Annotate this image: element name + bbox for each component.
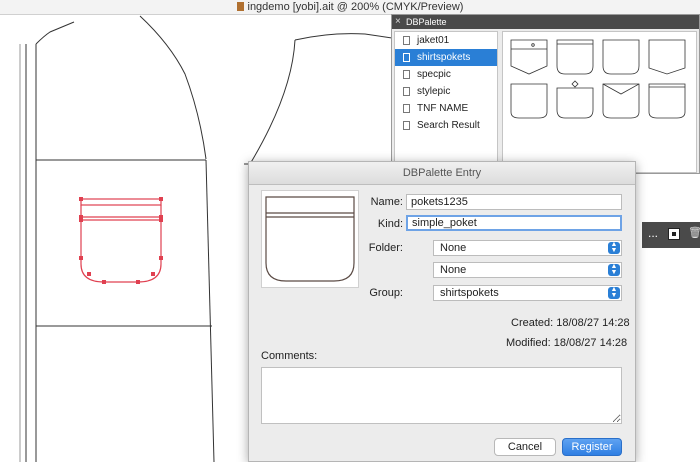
pocket-thumbnail-6[interactable] <box>553 80 597 120</box>
modified-value: 18/08/27 14:28 <box>553 337 628 349</box>
dbpalette-titlebar[interactable]: × DBPalette <box>392 15 699 29</box>
palette-item-specpic[interactable]: specpic <box>395 66 497 83</box>
group-select[interactable]: shirtspokets ▲ ▼ <box>433 285 622 301</box>
more-options-button[interactable]: ... <box>648 226 658 240</box>
document-icon <box>403 87 410 96</box>
close-icon[interactable]: × <box>395 15 401 29</box>
pocket-thumbnail-3[interactable] <box>599 36 643 76</box>
name-field[interactable] <box>406 194 622 210</box>
document-icon <box>403 36 410 45</box>
document-title-bar: ingdemo [yobi].ait @ 200% (CMYK/Preview) <box>0 0 700 15</box>
subfolder-select[interactable]: None ▲ ▼ <box>433 262 622 278</box>
document-icon <box>403 53 410 62</box>
document-icon <box>403 104 410 113</box>
created-value: 18/08/27 14:28 <box>556 317 630 329</box>
pocket-thumbnail-1[interactable] <box>507 36 551 76</box>
document-icon <box>403 121 410 130</box>
document-icon <box>403 70 410 79</box>
pocket-thumbnail-7[interactable] <box>599 80 643 120</box>
palette-toolbar: ... 🗑 <box>642 222 700 248</box>
comments-textarea[interactable] <box>261 367 622 424</box>
dialog-title: DBPalette Entry <box>249 162 635 185</box>
pocket-thumbnail-8[interactable] <box>645 80 689 120</box>
palette-item-search-result[interactable]: Search Result <box>395 117 497 134</box>
chevron-updown-icon: ▲ ▼ <box>608 263 620 276</box>
trash-icon[interactable]: 🗑 <box>688 226 700 239</box>
palette-folder-list: jaket01 shirtspokets specpic stylepic TN… <box>394 31 498 173</box>
new-entry-icon[interactable] <box>668 228 680 240</box>
dbpalette-window: × DBPalette jaket01 shirtspokets specpic… <box>391 14 700 174</box>
palette-item-jaket01[interactable]: jaket01 <box>395 32 497 49</box>
folder-select[interactable]: None ▲ ▼ <box>433 240 622 256</box>
pocket-thumbnail-5[interactable] <box>507 80 551 120</box>
artboard-canvas[interactable]: ingdemo [yobi].ait @ 200% (CMYK/Preview) <box>0 0 700 462</box>
pocket-thumbnail-2[interactable] <box>553 36 597 76</box>
document-title: ingdemo [yobi].ait @ 200% (CMYK/Preview) <box>247 1 464 13</box>
selected-pocket-shape <box>80 198 162 283</box>
kind-label: Kind: <box>377 218 403 230</box>
cancel-button[interactable]: Cancel <box>494 438 556 456</box>
file-icon <box>236 2 244 11</box>
kind-field[interactable] <box>406 215 622 231</box>
created-info: Created: 18/08/27 14:28 <box>511 317 630 329</box>
chevron-updown-icon: ▲ ▼ <box>608 241 620 254</box>
pocket-thumbnail-4[interactable] <box>645 36 689 76</box>
dbpalette-title: DBPalette <box>406 17 447 27</box>
palette-item-tnf-name[interactable]: TNF NAME <box>395 100 497 117</box>
folder-label: Folder: <box>368 242 403 254</box>
register-button[interactable]: Register <box>562 438 622 456</box>
palette-thumbnail-grid <box>502 31 697 173</box>
name-label: Name: <box>370 196 403 208</box>
chevron-updown-icon: ▲ ▼ <box>608 286 620 299</box>
group-label: Group: <box>369 287 403 299</box>
palette-item-stylepic[interactable]: stylepic <box>395 83 497 100</box>
palette-item-shirtspokets[interactable]: shirtspokets <box>395 49 497 66</box>
dbpalette-entry-dialog: DBPalette Entry Name: Kind: Folder: None… <box>248 161 636 462</box>
comments-label: Comments: <box>261 350 318 362</box>
modified-info: Modified: 18/08/27 14:28 <box>506 337 628 349</box>
